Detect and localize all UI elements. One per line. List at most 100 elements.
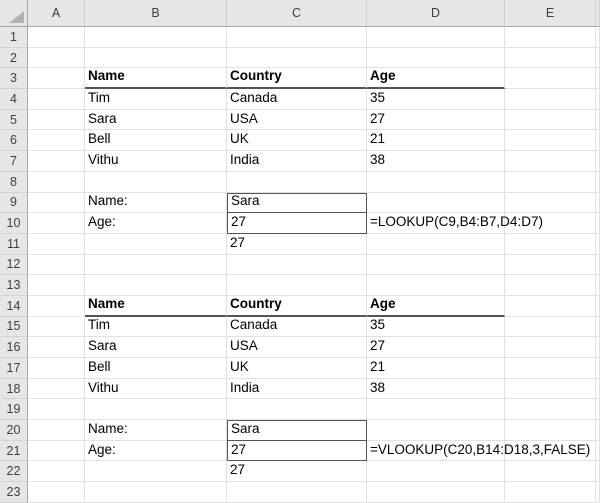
cell-C9[interactable]: Sara <box>227 192 367 214</box>
column-header-B[interactable]: B <box>85 0 227 27</box>
cell-A7[interactable] <box>28 151 85 172</box>
row-header-18[interactable]: 18 <box>0 378 28 400</box>
row-header-23[interactable]: 23 <box>0 482 28 503</box>
cell-E11[interactable] <box>505 233 596 255</box>
cell-C13[interactable] <box>227 275 367 296</box>
cell-C8[interactable] <box>227 171 367 193</box>
cell-B5[interactable]: Sara <box>85 109 227 131</box>
row-header-10[interactable]: 10 <box>0 213 28 234</box>
cell-D14[interactable]: Age <box>367 295 505 317</box>
cell-E14[interactable] <box>505 295 596 317</box>
cell-D7[interactable]: 38 <box>367 151 505 172</box>
cell-A1[interactable] <box>28 27 85 48</box>
cell-E5[interactable] <box>505 109 596 131</box>
cell-B20[interactable]: Name: <box>85 420 227 441</box>
column-header-E[interactable]: E <box>505 0 596 27</box>
cell-D17[interactable]: 21 <box>367 358 505 379</box>
cell-B22[interactable] <box>85 461 227 483</box>
cell-D12[interactable] <box>367 254 505 276</box>
cell-C5[interactable]: USA <box>227 109 367 131</box>
row-header-13[interactable]: 13 <box>0 275 28 296</box>
cell-D10[interactable]: =LOOKUP(C9,B4:B7,D4:D7) <box>367 213 543 234</box>
cell-C11[interactable]: 27 <box>227 233 367 255</box>
cell-C22[interactable]: 27 <box>227 461 367 483</box>
cell-B14[interactable]: Name <box>85 295 227 317</box>
cell-B3[interactable]: Name <box>85 68 227 90</box>
cell-B23[interactable] <box>85 482 227 503</box>
cell-B16[interactable]: Sara <box>85 337 227 358</box>
cell-B13[interactable] <box>85 275 227 296</box>
cell-B4[interactable]: Tim <box>85 89 227 110</box>
cell-A22[interactable] <box>28 461 85 483</box>
select-all-button[interactable] <box>0 0 28 27</box>
cell-E23[interactable] <box>505 482 596 503</box>
cell-A20[interactable] <box>28 420 85 441</box>
row-header-3[interactable]: 3 <box>0 68 28 90</box>
cell-A18[interactable] <box>28 378 85 400</box>
cell-D23[interactable] <box>367 482 505 503</box>
cell-E21[interactable] <box>505 440 596 462</box>
cell-D18[interactable]: 38 <box>367 378 505 400</box>
cell-D11[interactable] <box>367 233 505 255</box>
cell-E2[interactable] <box>505 47 596 69</box>
cell-A17[interactable] <box>28 358 85 379</box>
cell-B12[interactable] <box>85 254 227 276</box>
cell-D20[interactable] <box>367 420 505 441</box>
cell-B11[interactable] <box>85 233 227 255</box>
row-header-2[interactable]: 2 <box>0 47 28 69</box>
cell-D9[interactable] <box>367 192 505 214</box>
cell-C15[interactable]: Canada <box>227 316 367 338</box>
cell-D4[interactable]: 35 <box>367 89 505 110</box>
cell-E15[interactable] <box>505 316 596 338</box>
cell-A6[interactable] <box>28 130 85 152</box>
cell-E19[interactable] <box>505 399 596 421</box>
cell-C16[interactable]: USA <box>227 337 367 358</box>
cell-C17[interactable]: UK <box>227 358 367 379</box>
row-header-19[interactable]: 19 <box>0 399 28 421</box>
cell-D21[interactable]: =VLOOKUP(C20,B14:D18,3,FALSE) <box>367 440 590 462</box>
cell-E20[interactable] <box>505 420 596 441</box>
cell-A10[interactable] <box>28 213 85 234</box>
cell-D2[interactable] <box>367 47 505 69</box>
cell-D5[interactable]: 27 <box>367 109 505 131</box>
cell-B2[interactable] <box>85 47 227 69</box>
cell-B1[interactable] <box>85 27 227 48</box>
column-header-A[interactable]: A <box>28 0 85 27</box>
cell-A21[interactable] <box>28 440 85 462</box>
cell-C20[interactable]: Sara <box>227 420 367 441</box>
cell-E3[interactable] <box>505 68 596 90</box>
cell-A9[interactable] <box>28 192 85 214</box>
cell-C7[interactable]: India <box>227 151 367 172</box>
cell-C2[interactable] <box>227 47 367 69</box>
column-header-D[interactable]: D <box>367 0 505 27</box>
row-header-11[interactable]: 11 <box>0 233 28 255</box>
cell-A3[interactable] <box>28 68 85 90</box>
row-header-1[interactable]: 1 <box>0 27 28 48</box>
cell-E1[interactable] <box>505 27 596 48</box>
row-header-17[interactable]: 17 <box>0 358 28 379</box>
cell-B19[interactable] <box>85 399 227 421</box>
cell-A15[interactable] <box>28 316 85 338</box>
cell-A4[interactable] <box>28 89 85 110</box>
cell-C6[interactable]: UK <box>227 130 367 152</box>
cell-B8[interactable] <box>85 171 227 193</box>
cell-E17[interactable] <box>505 358 596 379</box>
cell-E8[interactable] <box>505 171 596 193</box>
column-header-C[interactable]: C <box>227 0 367 27</box>
cell-D1[interactable] <box>367 27 505 48</box>
cell-D3[interactable]: Age <box>367 68 505 90</box>
cell-D22[interactable] <box>367 461 505 483</box>
row-header-5[interactable]: 5 <box>0 109 28 131</box>
row-header-20[interactable]: 20 <box>0 420 28 441</box>
cell-C3[interactable]: Country <box>227 68 367 90</box>
cell-C14[interactable]: Country <box>227 295 367 317</box>
cell-D6[interactable]: 21 <box>367 130 505 152</box>
cell-B17[interactable]: Bell <box>85 358 227 379</box>
cell-B15[interactable]: Tim <box>85 316 227 338</box>
row-header-12[interactable]: 12 <box>0 254 28 276</box>
cell-E12[interactable] <box>505 254 596 276</box>
cell-E18[interactable] <box>505 378 596 400</box>
cell-A8[interactable] <box>28 171 85 193</box>
cell-D19[interactable] <box>367 399 505 421</box>
cell-D13[interactable] <box>367 275 505 296</box>
